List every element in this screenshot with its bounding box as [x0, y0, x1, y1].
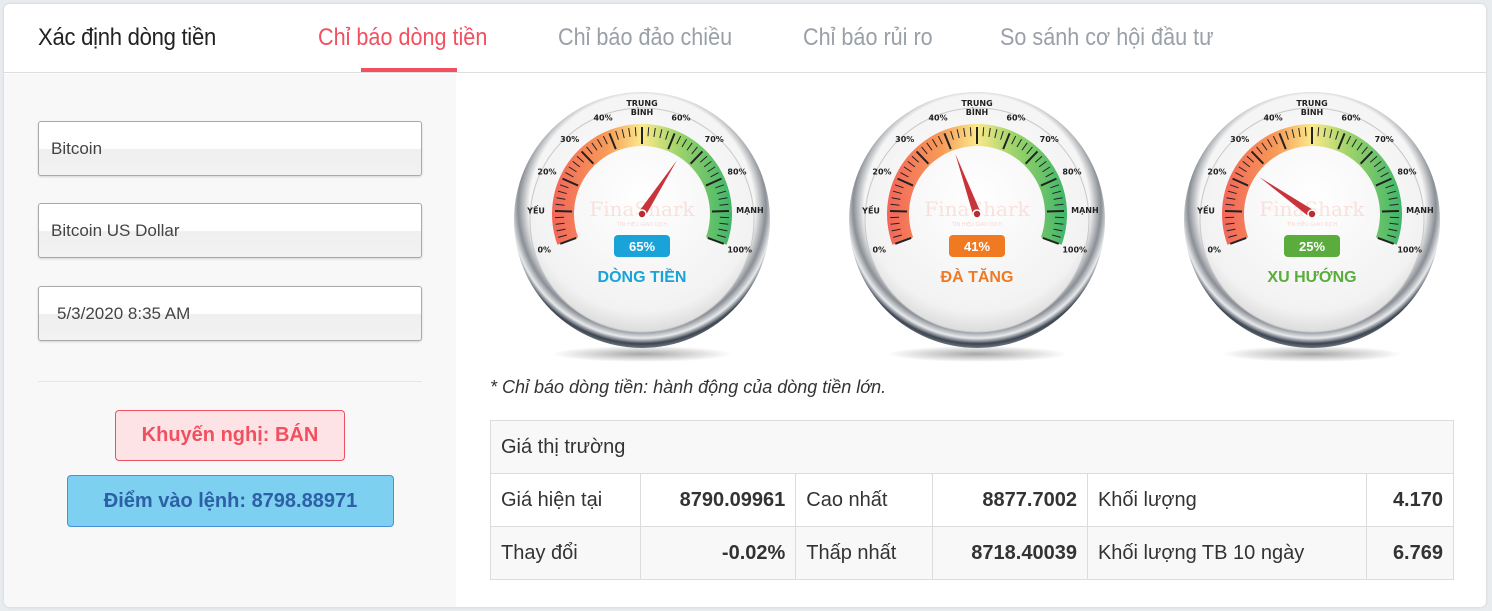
indicator-note: * Chỉ báo dòng tiền: hành động của dòng … — [490, 377, 887, 397]
gauge-svg: 0%20%30%40% 60%70%80%100%YẾU MẠNHTRUNGBÌNH… — [1184, 92, 1440, 362]
gauge-mid-label: TRUNG — [626, 99, 657, 108]
gauge-scale-label: 30% — [1230, 135, 1249, 144]
gauge-title: ĐÀ TĂNG — [941, 267, 1014, 286]
gauge-scale-label: 40% — [1263, 114, 1282, 123]
gauge-scale-label: 80% — [1397, 168, 1416, 177]
asset-class-select[interactable]: Bitcoin — [38, 121, 422, 176]
active-tab-indicator — [361, 68, 457, 72]
gauge-tick — [555, 209, 573, 213]
gauge-scale-label: 100% — [1062, 246, 1087, 255]
gauge-mid-label: BÌNH — [631, 106, 653, 117]
table-row: Giá hiện tại 8790.09961 Cao nhất 8877.70… — [490, 473, 1455, 527]
volume-value: 4.170 — [1365, 473, 1455, 527]
market-table-title: Giá thị trường — [490, 420, 1454, 474]
high-value: 8877.7002 — [931, 473, 1088, 527]
gauge-tick — [982, 127, 985, 137]
gauge-scale-label: 70% — [705, 135, 724, 144]
gauge-scale-label: 60% — [1341, 114, 1360, 123]
watermark-tagline: TÍN HIỆU GIAO DỊCH — [1286, 220, 1338, 228]
gauge-scale-label: 70% — [1040, 135, 1059, 144]
gauge-title: XU HƯỚNG — [1267, 267, 1356, 286]
gauge-svg: 0%20%30%40% 60%70%80%100%YẾU MẠNHTRUNGBÌNH… — [849, 92, 1105, 362]
gauge-scale-label: 20% — [872, 168, 891, 177]
gauge-tick — [711, 209, 729, 213]
gauge-shadow — [552, 346, 732, 362]
change-value: -0.02% — [639, 526, 797, 580]
page-title: Xác định dòng tiền — [38, 24, 216, 51]
gauge-scale-label: 60% — [1006, 114, 1025, 123]
gauge-scale-label: 0% — [1207, 246, 1221, 255]
main-panel: 0% 20% 30% 40% 60% 70% 80% 100% YẾU MẠNH TRUNG BÌNH… — [456, 74, 1486, 607]
gauge-scale-label: 100% — [727, 246, 752, 255]
gauge-2: 0% 20% 30% 40% 60% 70% 80% 100% YẾU MẠNH TRUNG BÌNH… — [839, 84, 1119, 374]
gauge-svg: 0%20%30%40% 60%70%80%100%YẾU MẠNHTRUNGBÌNH… — [514, 92, 770, 362]
gauge-scale-label: 40% — [928, 114, 947, 123]
volume-label: Khối lượng — [1086, 473, 1367, 527]
gauge-mid-label: BÌNH — [966, 106, 988, 117]
gauge-scale-label: 0% — [872, 246, 886, 255]
gauge-scale-label: 70% — [1375, 135, 1394, 144]
sidebar: Bitcoin Bitcoin US Dollar 5/3/2020 8:35 … — [4, 74, 456, 607]
datetime-picker[interactable]: 5/3/2020 8:35 AM — [38, 286, 422, 341]
avg-volume-label: Khối lượng TB 10 ngày — [1086, 526, 1367, 580]
gauge-scale-label: 80% — [1062, 168, 1081, 177]
gauge-3: 0% 20% 30% 40% 60% 70% 80% 100% YẾU MẠNH TRUNG BÌNH… — [1174, 84, 1454, 374]
gauge-scale-label: 100% — [1397, 246, 1422, 255]
gauge-mid-label: TRUNG — [1296, 99, 1327, 108]
gauge-scale-label: 20% — [537, 168, 556, 177]
gauge-tick — [1046, 209, 1064, 213]
gauge-scale-label: 30% — [560, 135, 579, 144]
gauge-needle-pivot — [972, 209, 982, 219]
gauge-scale-label: 40% — [593, 114, 612, 123]
money-flow-card: Xác định dòng tiền Chỉ báo dòng tiền Chỉ… — [4, 4, 1486, 607]
gauge-strong-label: MẠNH — [1406, 206, 1434, 215]
gauge-mid-label: BÌNH — [1301, 106, 1323, 117]
tab-money-flow[interactable]: Chỉ báo dòng tiền — [318, 24, 487, 52]
gauge-needle-pivot — [1307, 209, 1317, 219]
gauge-scale-label: 0% — [537, 246, 551, 255]
gauge-scale-label: 30% — [895, 135, 914, 144]
header: Xác định dòng tiền Chỉ báo dòng tiền Chỉ… — [4, 4, 1486, 73]
recommendation-badge: Khuyến nghị: BÁN — [115, 410, 345, 461]
gauge-tick — [969, 127, 972, 137]
gauge-scale-label: 20% — [1207, 168, 1226, 177]
symbol-select[interactable]: Bitcoin US Dollar — [38, 203, 422, 258]
gauge-strong-label: MẠNH — [1071, 206, 1099, 215]
change-label: Thay đổi — [490, 526, 641, 580]
gauge-tick — [647, 127, 650, 137]
market-price-table: Giá thị trường Giá hiện tại 8790.09961 C… — [490, 420, 1455, 580]
watermark-tagline: TÍN HIỆU GIAO DỊCH — [616, 220, 668, 228]
gauge-needle-pivot — [637, 209, 647, 219]
gauge-shadow — [1222, 346, 1402, 362]
gauge-value-label: 65% — [629, 239, 655, 254]
low-value: 8718.40039 — [931, 526, 1088, 580]
gauge-tick — [1317, 127, 1320, 137]
current-price-label: Giá hiện tại — [490, 473, 641, 527]
gauge-tick — [634, 127, 637, 137]
tab-risk[interactable]: Chỉ báo rủi ro — [803, 24, 933, 52]
gauge-tick — [1304, 127, 1307, 137]
high-label: Cao nhất — [795, 473, 933, 527]
gauge-scale-label: 80% — [727, 168, 746, 177]
gauge-value-label: 25% — [1299, 239, 1325, 254]
current-price-value: 8790.09961 — [639, 473, 797, 527]
low-label: Thấp nhất — [795, 526, 933, 580]
gauge-tick — [1381, 209, 1399, 213]
gauge-value-label: 41% — [964, 239, 990, 254]
table-row: Thay đổi -0.02% Thấp nhất 8718.40039 Khố… — [490, 526, 1455, 580]
entry-point-badge: Điểm vào lệnh: 8798.88971 — [67, 475, 394, 527]
gauge-tick — [890, 209, 908, 213]
gauge-tick — [1225, 209, 1243, 213]
gauge-1: 0% 20% 30% 40% 60% 70% 80% 100% YẾU MẠNH TRUNG BÌNH… — [504, 84, 784, 374]
gauge-strong-label: MẠNH — [736, 206, 764, 215]
divider — [38, 381, 422, 382]
gauge-shadow — [887, 346, 1067, 362]
tab-compare-opportunities[interactable]: So sánh cơ hội đầu tư — [1000, 24, 1214, 52]
avg-volume-value: 6.769 — [1365, 526, 1455, 580]
gauge-scale-label: 60% — [671, 114, 690, 123]
gauge-mid-label: TRUNG — [961, 99, 992, 108]
tab-reversal[interactable]: Chỉ báo đảo chiều — [558, 24, 732, 52]
gauge-title: DÒNG TIỀN — [598, 267, 687, 286]
watermark-tagline: TÍN HIỆU GIAO DỊCH — [951, 220, 1003, 228]
